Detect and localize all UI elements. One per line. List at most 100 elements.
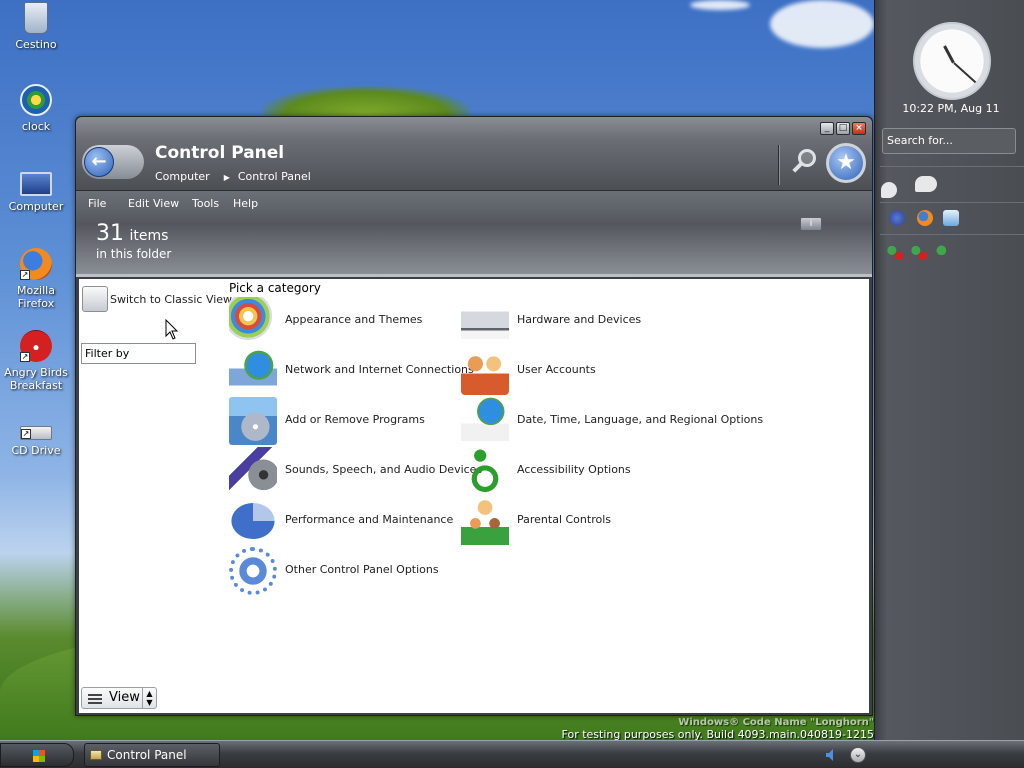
- breadcrumb-item-control-panel[interactable]: Control Panel: [238, 170, 311, 183]
- view-button[interactable]: View ▲ ▼: [81, 687, 157, 709]
- control-panel-icon: [90, 750, 102, 760]
- desktop-icon-firefox[interactable]: ↗ Mozilla Firefox: [0, 248, 72, 310]
- classic-view-icon: [82, 286, 108, 312]
- window-icon[interactable]: [943, 210, 959, 226]
- back-button[interactable]: ←: [82, 141, 144, 181]
- back-arrow-icon: ←: [84, 147, 114, 177]
- category-label: Other Control Panel Options: [285, 563, 439, 576]
- item-count-unit: items: [129, 228, 169, 244]
- maximize-button[interactable]: □: [836, 122, 850, 135]
- shortcut-arrow-icon: ↗: [20, 270, 30, 280]
- shortcut-arrow-icon: ↗: [21, 429, 31, 439]
- network-connected-icon[interactable]: [935, 244, 951, 260]
- category-label: User Accounts: [517, 363, 596, 376]
- menu-bar: File Edit View Tools Help: [76, 195, 872, 213]
- control-panel-window: _ □ × ← Control Panel Computer ▶ Control P…: [75, 116, 873, 716]
- firefox-icon[interactable]: [917, 210, 933, 226]
- category-user-accounts[interactable]: User Accounts: [461, 345, 741, 395]
- info-icon[interactable]: i: [800, 217, 822, 231]
- view-spin-icon[interactable]: ▲ ▼: [142, 688, 156, 708]
- clock-gadget[interactable]: [913, 22, 991, 100]
- category-label: Network and Internet Connections: [285, 363, 474, 376]
- menu-tools[interactable]: Tools: [192, 197, 219, 210]
- category-accessibility[interactable]: Accessibility Options: [461, 445, 741, 495]
- content-pane: Switch to Classic View Filter by View ▲ ▼…: [79, 279, 869, 713]
- pick-category-title: Pick a category: [229, 281, 321, 295]
- clock-minute-hand: [953, 62, 977, 84]
- view-label: View: [109, 690, 140, 705]
- category-label: Date, Time, Language, and Regional Optio…: [517, 413, 764, 426]
- category-add-remove-programs[interactable]: Add or Remove Programs: [229, 395, 457, 445]
- category-label: Add or Remove Programs: [285, 413, 425, 426]
- cloud: [690, 0, 750, 10]
- category-hardware-devices[interactable]: Hardware and Devices: [461, 295, 741, 345]
- task-pane: Switch to Classic View Filter by View ▲ ▼: [79, 279, 232, 713]
- chevron-down-icon[interactable]: ⌄: [850, 747, 866, 763]
- classic-view-label: Switch to Classic View: [110, 293, 233, 306]
- desktop-icon-angry-birds[interactable]: ↗ Angry Birds Breakfast: [0, 330, 72, 392]
- cloud: [770, 0, 874, 48]
- caption-buttons: _ □ ×: [818, 122, 870, 136]
- breadcrumb-item-computer[interactable]: Computer: [155, 170, 210, 183]
- category-label: Accessibility Options: [517, 463, 631, 476]
- appearance-icon: [229, 297, 277, 345]
- category-parental-controls[interactable]: Parental Controls: [461, 495, 741, 545]
- close-button[interactable]: ×: [852, 122, 866, 135]
- network-offline-icon[interactable]: [887, 244, 903, 260]
- menu-edit[interactable]: Edit: [128, 197, 149, 210]
- sidebar-divider: [880, 234, 1024, 235]
- chat-icon[interactable]: [881, 182, 897, 198]
- taskbar-button-control-panel[interactable]: Control Panel: [84, 743, 220, 767]
- item-count-sub: in this folder: [96, 247, 172, 261]
- windows-logo-icon: [33, 750, 45, 762]
- sidebar-divider: [880, 202, 1024, 203]
- minimize-button[interactable]: _: [820, 122, 834, 135]
- desktop-icon-recycle-bin[interactable]: Cestino: [0, 2, 72, 51]
- category-other-options[interactable]: Other Control Panel Options: [229, 545, 457, 595]
- category-label: Appearance and Themes: [285, 313, 423, 326]
- desktop-icon-clock[interactable]: clock: [0, 84, 72, 133]
- network-icon: [229, 347, 277, 395]
- user-accounts-icon: [461, 347, 509, 395]
- sidebar: 10:22 PM, Aug 11 Search for...: [874, 0, 1024, 740]
- category-sounds-speech-audio[interactable]: Sounds, Speech, and Audio Devices: [229, 445, 482, 495]
- performance-icon: [231, 503, 275, 539]
- view-list-icon: [88, 694, 102, 704]
- start-button[interactable]: [0, 743, 74, 767]
- switch-to-classic-view[interactable]: Switch to Classic View: [82, 283, 232, 315]
- category-performance-maintenance[interactable]: Performance and Maintenance: [229, 495, 457, 543]
- desktop-icon-computer[interactable]: Computer: [0, 166, 72, 213]
- search-handle: [792, 161, 804, 173]
- gear-icon: [229, 547, 277, 595]
- menu-view[interactable]: View: [153, 197, 179, 210]
- category-date-time-language[interactable]: Date, Time, Language, and Regional Optio…: [461, 395, 764, 445]
- sidebar-divider: [880, 166, 1024, 167]
- menu-help[interactable]: Help: [233, 197, 258, 210]
- category-network-internet[interactable]: Network and Internet Connections: [229, 345, 474, 395]
- menu-file[interactable]: File: [88, 197, 106, 210]
- network-offline-icon[interactable]: [911, 244, 927, 260]
- browser-icon[interactable]: [889, 210, 905, 226]
- category-label: Parental Controls: [517, 513, 611, 526]
- recycle-bin-icon: [24, 2, 48, 34]
- volume-icon[interactable]: [824, 747, 840, 763]
- shortcut-arrow-icon: ↗: [20, 352, 30, 362]
- category-appearance-themes[interactable]: Appearance and Themes: [229, 295, 457, 345]
- title-separator: [778, 145, 780, 185]
- favorites-star-icon[interactable]: ★: [826, 143, 866, 183]
- breadcrumb-arrow-icon[interactable]: ▶: [224, 173, 230, 182]
- sidebar-search-input[interactable]: Search for...: [882, 128, 1016, 154]
- parental-controls-icon: [461, 497, 509, 545]
- desktop-icon-cd-drive[interactable]: ↗ CD Drive: [0, 414, 72, 457]
- filter-input[interactable]: Filter by: [81, 343, 196, 364]
- accessibility-icon: [461, 447, 509, 495]
- item-count: 31 items in this folder: [96, 221, 171, 261]
- firefox-icon: ↗: [20, 248, 52, 280]
- hardware-icon: [461, 297, 509, 345]
- messenger-icon[interactable]: [915, 176, 937, 192]
- title-bar: _ □ × ← Control Panel Computer ▶ Control P…: [76, 117, 872, 191]
- category-label: Hardware and Devices: [517, 313, 642, 326]
- breadcrumb: Computer ▶ Control Panel: [155, 170, 311, 183]
- media-player-icon: [20, 84, 52, 116]
- search-icon[interactable]: [790, 147, 820, 177]
